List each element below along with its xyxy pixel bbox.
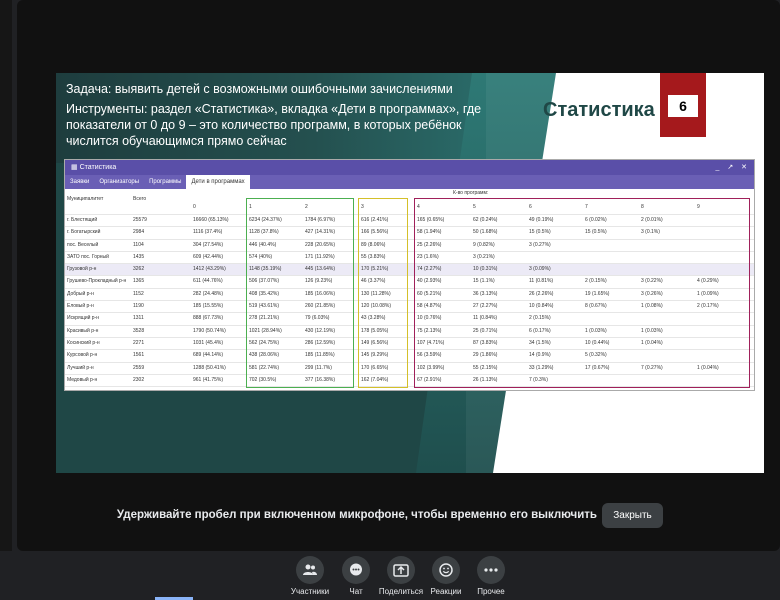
slide-number-badge: 6 (660, 73, 706, 137)
count-cell: 609 (42.44%) (193, 253, 224, 260)
presentation-slide: Задача: выявить детей с возможными ошибо… (56, 73, 764, 473)
tab-programs[interactable]: Программы (144, 175, 186, 189)
window-titlebar: ▦ Статистика _ ↗ ✕ (65, 160, 754, 175)
municipality-cell: Медовый р-н (67, 376, 98, 383)
more-icon (477, 556, 505, 584)
window-tabs: Заявки Организаторы Программы Дети в про… (65, 175, 754, 189)
tab-applications[interactable]: Заявки (65, 175, 94, 189)
column-header-total: Всего (133, 196, 147, 202)
column-header-municipality: Муниципалитет (67, 196, 104, 202)
count-cell: 304 (27.54%) (193, 241, 224, 248)
close-hint-button[interactable]: Закрыть (602, 503, 663, 528)
total-cell: 3528 (133, 327, 145, 334)
municipality-cell: Косинский р-н (67, 339, 100, 346)
total-cell: 3262 (133, 266, 145, 273)
municipality-cell: г. Богатырский (67, 229, 101, 236)
total-cell: 1311 (133, 315, 144, 322)
window-controls[interactable]: _ ↗ ✕ (715, 160, 750, 175)
total-cell: 1435 (133, 253, 145, 260)
chart-icon: ▦ (71, 164, 80, 171)
total-cell: 1365 (133, 278, 145, 285)
tab-children-in-programs[interactable]: Дети в программах (186, 175, 250, 189)
microphone-hint: Удерживайте пробел при включенном микроф… (116, 509, 597, 521)
municipality-cell: Грузовой р-н (67, 266, 97, 273)
municipality-cell: Еловый р-н (67, 303, 94, 310)
tab-organizers[interactable]: Организаторы (94, 175, 144, 189)
chat-icon (342, 556, 370, 584)
total-cell: 2271 (133, 339, 145, 346)
total-cell: 2984 (133, 229, 145, 236)
total-cell: 1561 (133, 352, 145, 359)
people-icon (296, 556, 324, 584)
count-cell: 689 (44.14%) (193, 352, 224, 359)
more-button[interactable]: Прочее (461, 556, 521, 596)
count-cell: 1116 (37.4%) (193, 229, 223, 236)
slide-number: 6 (668, 95, 698, 117)
share-screen-icon (387, 556, 415, 584)
count-cell: 185 (15.55%) (193, 303, 224, 310)
count-cell: 611 (44.76%) (193, 278, 223, 285)
total-cell: 1152 (133, 290, 144, 297)
municipality-cell: г. Блестящий (67, 217, 98, 223)
task-line: Задача: выявить детей с возможными ошибо… (66, 82, 453, 96)
participants-label: Участники (290, 587, 330, 596)
count-cell: 16660 (65.13%) (193, 217, 229, 223)
tools-line: Инструменты: раздел «Статистика», вкладк… (66, 102, 482, 148)
group-header: К-во программ: (453, 190, 489, 196)
count-cell: 1790 (50.74%) (193, 327, 226, 334)
municipality-cell: Добрый р-н (67, 290, 94, 297)
municipality-cell: Курсовой р-н (67, 352, 98, 359)
count-cell: 1412 (43.29%) (193, 266, 226, 273)
municipality-cell: Искрящий р-н (67, 315, 100, 322)
count-cell: 1031 (45.4%) (193, 339, 224, 346)
total-cell: 2559 (133, 364, 145, 371)
count-cell: 1288 (50.41%) (193, 364, 226, 371)
statistics-window: ▦ Статистика _ ↗ ✕ Заявки Организаторы П… (64, 159, 755, 391)
municipality-cell: Лучший р-н (67, 364, 94, 371)
smile-icon (432, 556, 460, 584)
count-cell: 888 (67.73%) (193, 315, 224, 322)
municipality-cell: пос. Веселый (67, 241, 99, 248)
count-cell: 961 (41.75%) (193, 376, 224, 383)
slide-task-text: Задача: выявить детей с возможными ошибо… (66, 81, 486, 153)
highlight-box-yellow (358, 198, 408, 388)
left-panel-strip (0, 0, 12, 551)
more-label: Прочее (477, 587, 505, 596)
total-cell: 1190 (133, 303, 144, 310)
count-cell: 282 (24.48%) (193, 290, 224, 297)
total-cell: 25579 (133, 217, 147, 223)
total-cell: 1104 (133, 241, 144, 248)
chat-label: Чат (349, 587, 363, 596)
municipality-cell: Грушево-Прокладный р-н (67, 278, 127, 285)
highlight-box-magenta (414, 198, 750, 388)
window-title: Статистика (79, 164, 117, 171)
total-cell: 2302 (133, 376, 145, 383)
column-header-0: 0 (193, 204, 196, 210)
reactions-label: Реакции (430, 587, 462, 596)
municipality-cell: Красивый р-н (67, 327, 99, 334)
highlight-box-green (246, 198, 354, 388)
municipality-cell: ЗАТО пос. Горный (67, 253, 109, 260)
slide-title: Статистика (543, 99, 655, 121)
